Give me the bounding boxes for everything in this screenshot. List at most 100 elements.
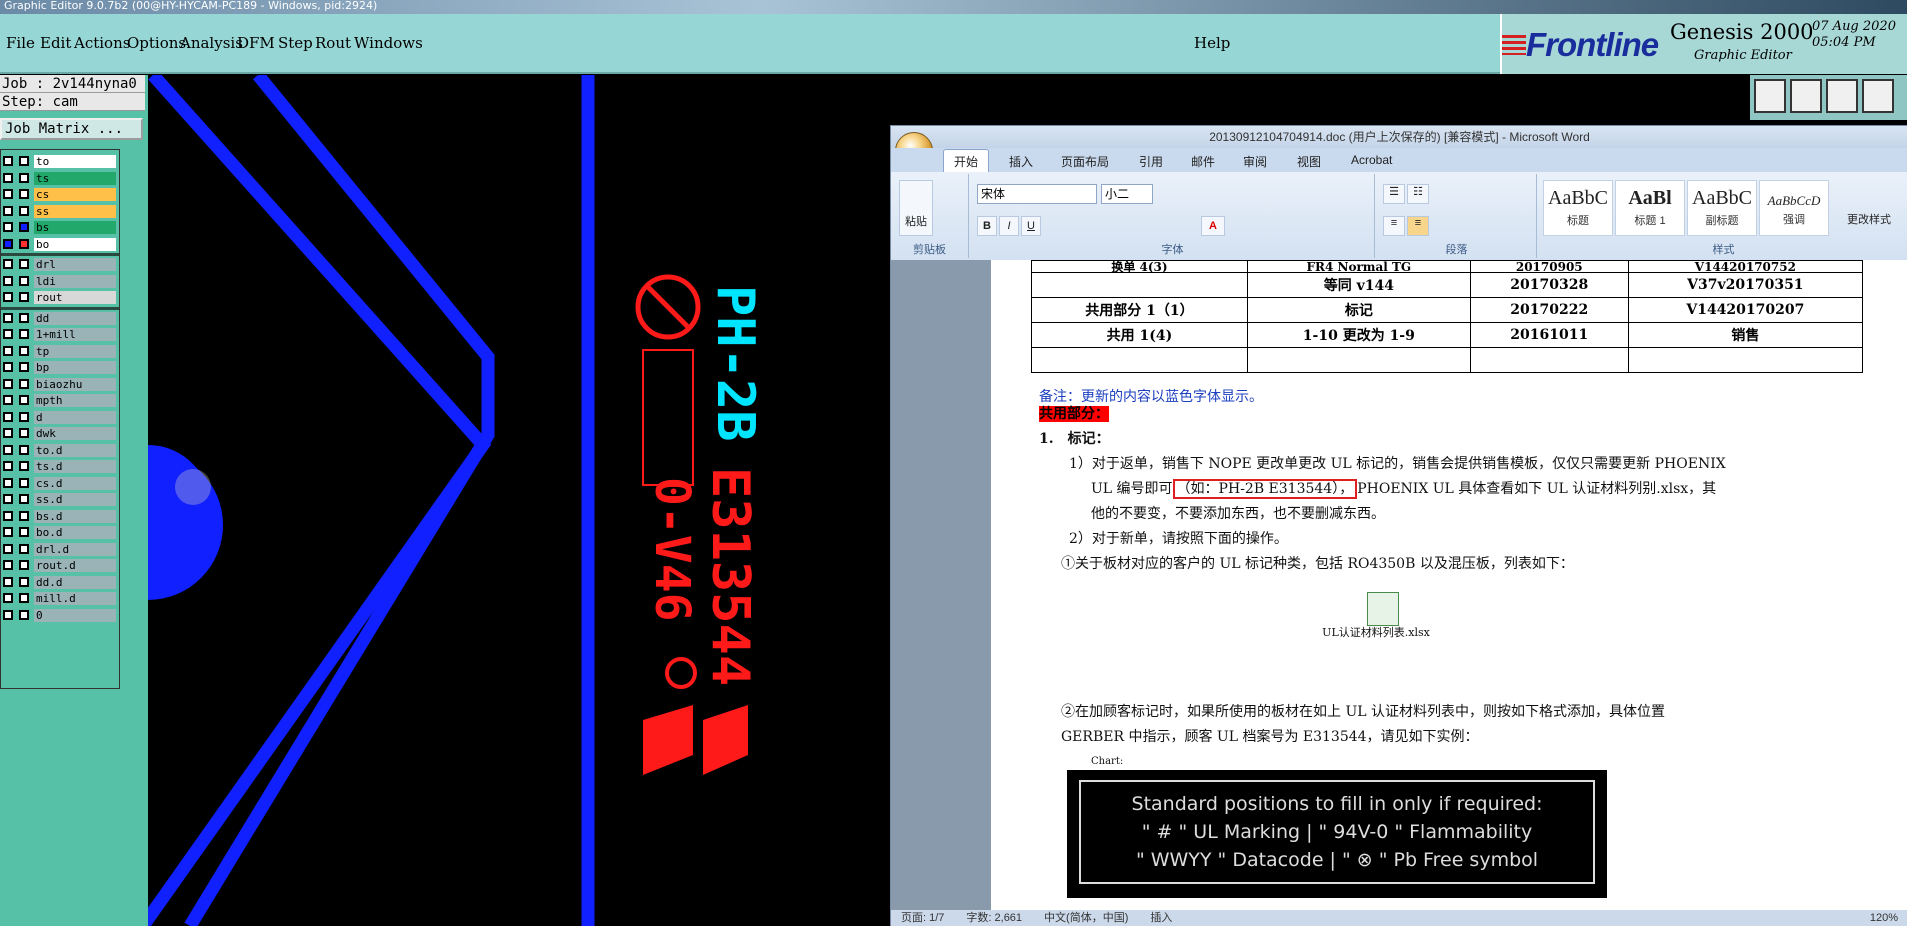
layer-affected-checkbox[interactable] xyxy=(19,378,29,389)
table-cell[interactable] xyxy=(1031,347,1248,373)
menu-actions[interactable]: Actions xyxy=(74,34,130,52)
layer-display-checkbox[interactable] xyxy=(3,395,13,405)
bullets-icon[interactable]: ☰ xyxy=(1383,184,1405,204)
table-cell[interactable] xyxy=(1627,347,1864,373)
underline-button[interactable]: U xyxy=(1021,216,1041,236)
layer-row[interactable]: bs xyxy=(1,220,119,235)
nav-prev-icon[interactable] xyxy=(175,469,211,505)
layer-affected-checkbox[interactable] xyxy=(19,395,29,405)
layer-affected-checkbox[interactable] xyxy=(19,576,29,587)
job-matrix-button[interactable]: Job Matrix ... xyxy=(0,118,143,140)
layer-display-checkbox[interactable] xyxy=(3,312,13,323)
table-cell[interactable]: 换单 4(3) xyxy=(1031,260,1248,273)
style-title[interactable]: AaBbC 标题 xyxy=(1543,180,1613,236)
table-cell[interactable] xyxy=(1246,347,1471,373)
italic-button[interactable]: I xyxy=(999,216,1019,236)
layer-display-checkbox[interactable] xyxy=(3,172,13,183)
layer-affected-checkbox[interactable] xyxy=(19,593,29,603)
layer-display-checkbox[interactable] xyxy=(3,238,13,249)
tab-review[interactable]: 审阅 xyxy=(1243,153,1267,170)
table-cell[interactable]: 1-10 更改为 1-9 xyxy=(1246,322,1471,348)
font-name-box[interactable]: 宋体 xyxy=(977,184,1097,204)
excel-attachment-icon[interactable] xyxy=(1367,592,1399,626)
menu-edit[interactable]: Edit xyxy=(40,34,71,52)
table-cell[interactable]: V14420170207 xyxy=(1627,297,1864,323)
layer-row[interactable]: rout xyxy=(1,290,119,305)
layer-affected-checkbox[interactable] xyxy=(19,259,29,269)
zoom-level[interactable]: 120% xyxy=(1870,910,1898,926)
layer-display-checkbox[interactable] xyxy=(3,543,13,554)
layer-display-checkbox[interactable] xyxy=(3,329,13,339)
layer-display-checkbox[interactable] xyxy=(3,494,13,504)
layer-row[interactable]: 0 xyxy=(1,608,119,623)
layer-display-checkbox[interactable] xyxy=(3,259,13,269)
layer-row[interactable]: to.d xyxy=(1,443,119,458)
change-styles-button[interactable]: 更改样式 xyxy=(1839,180,1899,236)
layer-display-checkbox[interactable] xyxy=(3,609,13,620)
layer-display-checkbox[interactable] xyxy=(3,205,13,216)
table-cell[interactable] xyxy=(1031,272,1248,298)
table-cell[interactable]: 销售 xyxy=(1627,322,1864,348)
layer-row[interactable]: bp xyxy=(1,360,119,375)
save-icon[interactable] xyxy=(1790,79,1822,113)
layer-display-checkbox[interactable] xyxy=(3,292,13,302)
tab-insert[interactable]: 插入 xyxy=(1009,153,1033,170)
layer-display-checkbox[interactable] xyxy=(3,477,13,488)
menu-help[interactable]: Help xyxy=(1194,34,1230,52)
tab-acrobat[interactable]: Acrobat xyxy=(1351,153,1392,167)
tab-references[interactable]: 引用 xyxy=(1139,153,1163,170)
table-cell[interactable]: 标记 xyxy=(1246,297,1471,323)
tab-mailings[interactable]: 邮件 xyxy=(1191,153,1215,170)
tab-view[interactable]: 视图 xyxy=(1297,153,1321,170)
style-subtitle[interactable]: AaBbC 副标题 xyxy=(1687,180,1757,236)
layer-display-checkbox[interactable] xyxy=(3,527,13,537)
layer-affected-checkbox[interactable] xyxy=(19,494,29,504)
style-emphasis[interactable]: AaBbCcD 强调 xyxy=(1759,180,1829,236)
layer-row[interactable]: cs.d xyxy=(1,476,119,491)
table-cell[interactable]: FR4 Normal TG xyxy=(1246,260,1471,273)
layer-affected-checkbox[interactable] xyxy=(19,275,29,286)
layer-affected-checkbox[interactable] xyxy=(19,428,29,438)
layer-display-checkbox[interactable] xyxy=(3,345,13,356)
layer-affected-checkbox[interactable] xyxy=(19,461,29,471)
layer-row[interactable]: mill.d xyxy=(1,591,119,606)
layer-row[interactable]: to xyxy=(1,154,119,169)
layer-affected-checkbox[interactable] xyxy=(19,222,29,232)
table-cell[interactable]: V37v20170351 xyxy=(1627,272,1864,298)
layer-affected-checkbox[interactable] xyxy=(19,238,29,249)
layer-affected-checkbox[interactable] xyxy=(19,477,29,488)
align-left-icon[interactable]: ≡ xyxy=(1383,216,1405,236)
layer-row[interactable]: ss xyxy=(1,204,119,219)
layer-display-checkbox[interactable] xyxy=(3,156,13,166)
table-cell[interactable]: 等同 v144 xyxy=(1246,272,1471,298)
layer-row[interactable]: ts xyxy=(1,171,119,186)
layer-row[interactable]: tp xyxy=(1,344,119,359)
layer-row[interactable]: dd.d xyxy=(1,575,119,590)
layer-affected-checkbox[interactable] xyxy=(19,205,29,216)
menu-windows[interactable]: Windows xyxy=(354,34,423,52)
tab-page-layout[interactable]: 页面布局 xyxy=(1061,153,1109,170)
layer-display-checkbox[interactable] xyxy=(3,593,13,603)
layer-display-checkbox[interactable] xyxy=(3,510,13,521)
menu-step[interactable]: Step xyxy=(278,34,313,52)
menu-options[interactable]: Options xyxy=(127,34,186,52)
layer-affected-checkbox[interactable] xyxy=(19,362,29,372)
layer-row[interactable]: bo xyxy=(1,237,119,252)
layer-affected-checkbox[interactable] xyxy=(19,345,29,356)
layer-row[interactable]: ldi xyxy=(1,274,119,289)
align-center-icon[interactable]: ≡ xyxy=(1407,216,1429,236)
menu-dfm[interactable]: DFM xyxy=(237,34,275,52)
table-cell[interactable]: 20170905 xyxy=(1469,260,1629,273)
layer-row[interactable]: bo.d xyxy=(1,525,119,540)
table-cell[interactable]: 20170222 xyxy=(1469,297,1629,323)
layer-row[interactable]: biaozhu xyxy=(1,377,119,392)
font-color-button[interactable]: A xyxy=(1201,216,1225,236)
menu-analysis[interactable]: Analysis xyxy=(180,34,243,52)
layer-row[interactable]: drl xyxy=(1,257,119,272)
layer-affected-checkbox[interactable] xyxy=(19,329,29,339)
layer-row[interactable]: drl.d xyxy=(1,542,119,557)
layer-affected-checkbox[interactable] xyxy=(19,156,29,166)
style-heading1[interactable]: AaBl 标题 1 xyxy=(1615,180,1685,236)
layer-display-checkbox[interactable] xyxy=(3,275,13,286)
layer-affected-checkbox[interactable] xyxy=(19,189,29,199)
